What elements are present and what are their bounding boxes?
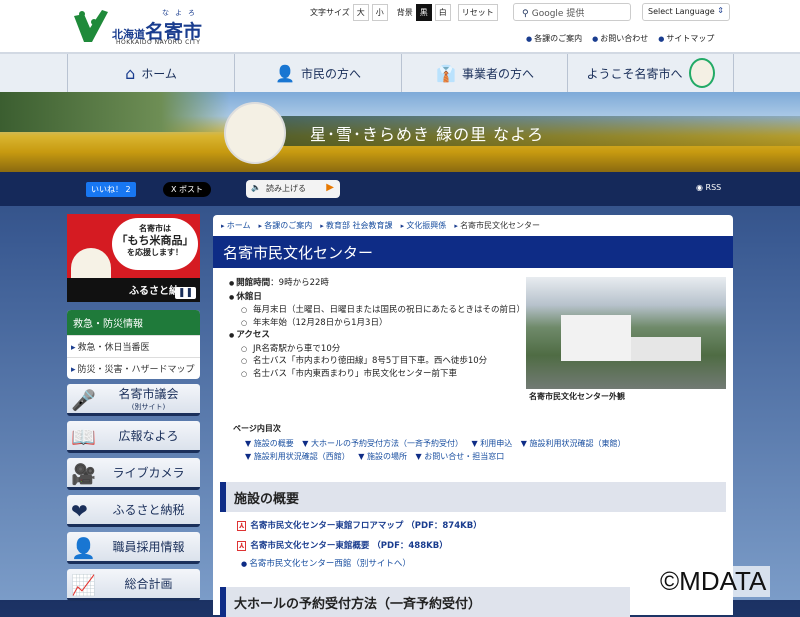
presentation-icon: 📈 [71,573,96,597]
pdf-link[interactable]: ⅄ 名寄市民文化センター東館フロアマップ （PDF：874KB） [237,519,482,531]
section-heading: 施設の概要 [220,482,726,512]
toc-link[interactable]: 施設の場所 [358,452,407,461]
person-icon: 👤 [275,63,295,83]
font-size-label: 文字サイズ [310,8,350,17]
sidebar-button-council[interactable]: 🎤 名寄市議会 (別サイト) [67,384,200,416]
section-heading: 大ホールの予約受付方法（一斉予約受付） [220,587,630,617]
toc-link[interactable]: 施設利用状況確認（西館） [245,452,350,461]
breadcrumb-item[interactable]: 文化振興係 [401,220,446,231]
link-sitemap[interactable]: サイトマップ [658,33,714,44]
hero-banner: 星･雪･きらめき 緑の里 なよろ [0,92,800,172]
emergency-link[interactable]: 防災・災害・ハザードマップ [67,357,200,379]
podium-icon: 🎤 [71,388,96,412]
speaker-icon: 🔈 [251,183,261,192]
toc-link[interactable]: お問い合せ・担当窓口 [416,452,505,461]
book-icon: 📖 [71,425,96,449]
info-access-item: JR名寄駅から車で10分 [229,343,529,356]
breadcrumb-item[interactable]: ホーム [221,220,251,231]
toc-link[interactable]: 利用申込 [472,439,513,448]
info-closed-item: 毎月末日（土曜日、日曜日または国民の祝日にあたるときはその前日） [229,304,529,317]
sidebar: 名寄市は「もち米商品」を応援します！ ふるさと納 ❚❚ 救急・防災情報 救急・休… [67,214,200,601]
sidebar-button-pr[interactable]: 📖 広報なよろ [67,421,200,453]
search-icon: ⚲ [522,9,532,19]
info-access-item: 名士バス「市内まわり徳田線」8号5丁目下車。西へ徒歩10分 [229,355,529,368]
trees-image [0,92,230,132]
link-contact[interactable]: お問い合わせ [592,33,648,44]
banner-slogan: 星･雪･きらめき 緑の里 なよろ [310,125,545,144]
facility-photo [526,277,726,389]
sidebar-button-furusato[interactable]: ❤ ふるさと納税 [67,495,200,527]
toc-link[interactable]: 施設利用状況確認（東館） [521,439,626,448]
read-aloud-button[interactable]: 🔈 読み上げる ▶ [246,180,340,198]
header-links: 各課のご案内 お問い合わせ サイトマップ [526,33,714,44]
x-post-button[interactable]: X ポスト [163,182,212,197]
external-link[interactable]: 名寄市民文化センター西館（別サイトへ） [241,557,411,569]
logo-mark-icon [74,10,108,42]
social-bar: いいね！ 2 X ポスト 🔈 読み上げる ▶ ◉ RSS [0,172,800,206]
language-select[interactable]: Select Language ⇕ [642,3,730,21]
nav-business[interactable]: 👔 事業者の方へ [401,54,568,92]
reset-button[interactable]: リセット [457,4,498,21]
global-nav: ⌂ ホーム 👤 市民の方へ 👔 事業者の方へ ようこそ名寄市へ [0,52,800,92]
page-title: 名寄市民文化センター [213,236,733,268]
play-icon: ▶ [326,182,334,193]
accessibility-tools: 文字サイズ 大 小 背景 黒 白 リセット [310,4,498,21]
search-input[interactable]: ⚲ Google 提供 [513,3,631,21]
breadcrumb: ホーム 各課のご案内 教育部 社会教育課 文化振興係 名寄市民文化センター [213,215,733,236]
facility-info: 開館時間：9時から22時 休館日 毎月末日（土曜日、日曜日または国民の祝日にあた… [229,277,529,380]
sidebar-button-plan[interactable]: 📈 総合計画 [67,569,200,601]
font-small-button[interactable]: 小 [371,4,388,21]
ad-bubble: 名寄市は 「もち米商品」 を応援します！ [112,218,198,270]
breadcrumb-item[interactable]: 教育部 社会教育課 [320,220,393,231]
rss-icon: ◉ [696,183,706,192]
site-header: なよろ 北海道名寄市 HOKKAIDO NAYORO CITY 文字サイズ 大 … [0,0,800,52]
page-toc: ページ内目次 施設の概要 大ホールの予約受付方法（一斉予約受付） 利用申込 施設… [233,423,723,463]
emergency-info-box: 救急・防災情報 救急・休日当番医 防災・災害・ハザードマップ [67,310,200,379]
bg-white-button[interactable]: 白 [434,4,451,21]
select-arrows-icon: ⇕ [717,6,724,15]
emergency-title: 救急・防災情報 [67,310,200,335]
breadcrumb-item[interactable]: 各課のご案内 [259,220,312,231]
businessperson-icon: 👔 [436,63,456,83]
mascot-image [224,102,286,164]
info-access-item: 名士バス「市内東西まわり」市民文化センター前下車 [229,368,529,381]
mascot-icon [688,58,715,88]
breadcrumb-current: 名寄市民文化センター [454,220,540,231]
info-closed-item: 年末年始（12月28日から1月3日） [229,317,529,330]
nav-residents[interactable]: 👤 市民の方へ [234,54,401,92]
pdf-link[interactable]: ⅄ 名寄市民文化センター東館概要 （PDF：488KB） [237,539,448,551]
nav-welcome[interactable]: ようこそ名寄市へ [567,54,734,92]
bg-black-button[interactable]: 黒 [415,4,432,21]
sidebar-button-recruit[interactable]: 👤 職員採用情報 [67,532,200,564]
heart-hand-icon: ❤ [71,499,88,523]
camera-icon: 🎥 [71,462,96,486]
info-closed-label: 休館日 [229,291,529,305]
link-departments[interactable]: 各課のご案内 [526,33,582,44]
pause-icon[interactable]: ❚❚ [174,287,196,299]
background-label: 背景 [396,8,413,17]
furusato-ad-banner[interactable]: 名寄市は 「もち米商品」 を応援します！ ふるさと納 ❚❚ [67,214,200,302]
toc-title: ページ内目次 [233,424,281,433]
staff-icon: 👤 [71,536,96,560]
toc-link[interactable]: 施設の概要 [245,439,294,448]
font-large-button[interactable]: 大 [352,4,369,21]
facebook-like-button[interactable]: いいね！ 2 [86,182,136,197]
pdf-icon: ⅄ [237,541,247,551]
rss-link[interactable]: ◉ RSS [696,183,721,192]
toc-link[interactable]: 大ホールの予約受付方法（一斉予約受付） [302,439,463,448]
pdf-icon: ⅄ [237,521,247,531]
site-logo[interactable]: なよろ 北海道名寄市 HOKKAIDO NAYORO CITY [72,8,222,48]
info-hours: 開館時間：9時から22時 [229,277,529,291]
nav-home[interactable]: ⌂ ホーム [67,54,234,92]
main-content: ホーム 各課のご案内 教育部 社会教育課 文化振興係 名寄市民文化センター 名寄… [213,215,733,617]
home-icon: ⌂ [125,63,136,83]
watermark: ©MDATA [656,566,771,597]
logo-english: HOKKAIDO NAYORO CITY [116,39,201,46]
photo-caption: 名寄市民文化センター外観 [529,392,625,401]
info-access-label: アクセス [229,329,529,343]
sidebar-button-livecam[interactable]: 🎥 ライブカメラ [67,458,200,490]
emergency-link[interactable]: 救急・休日当番医 [67,335,200,357]
